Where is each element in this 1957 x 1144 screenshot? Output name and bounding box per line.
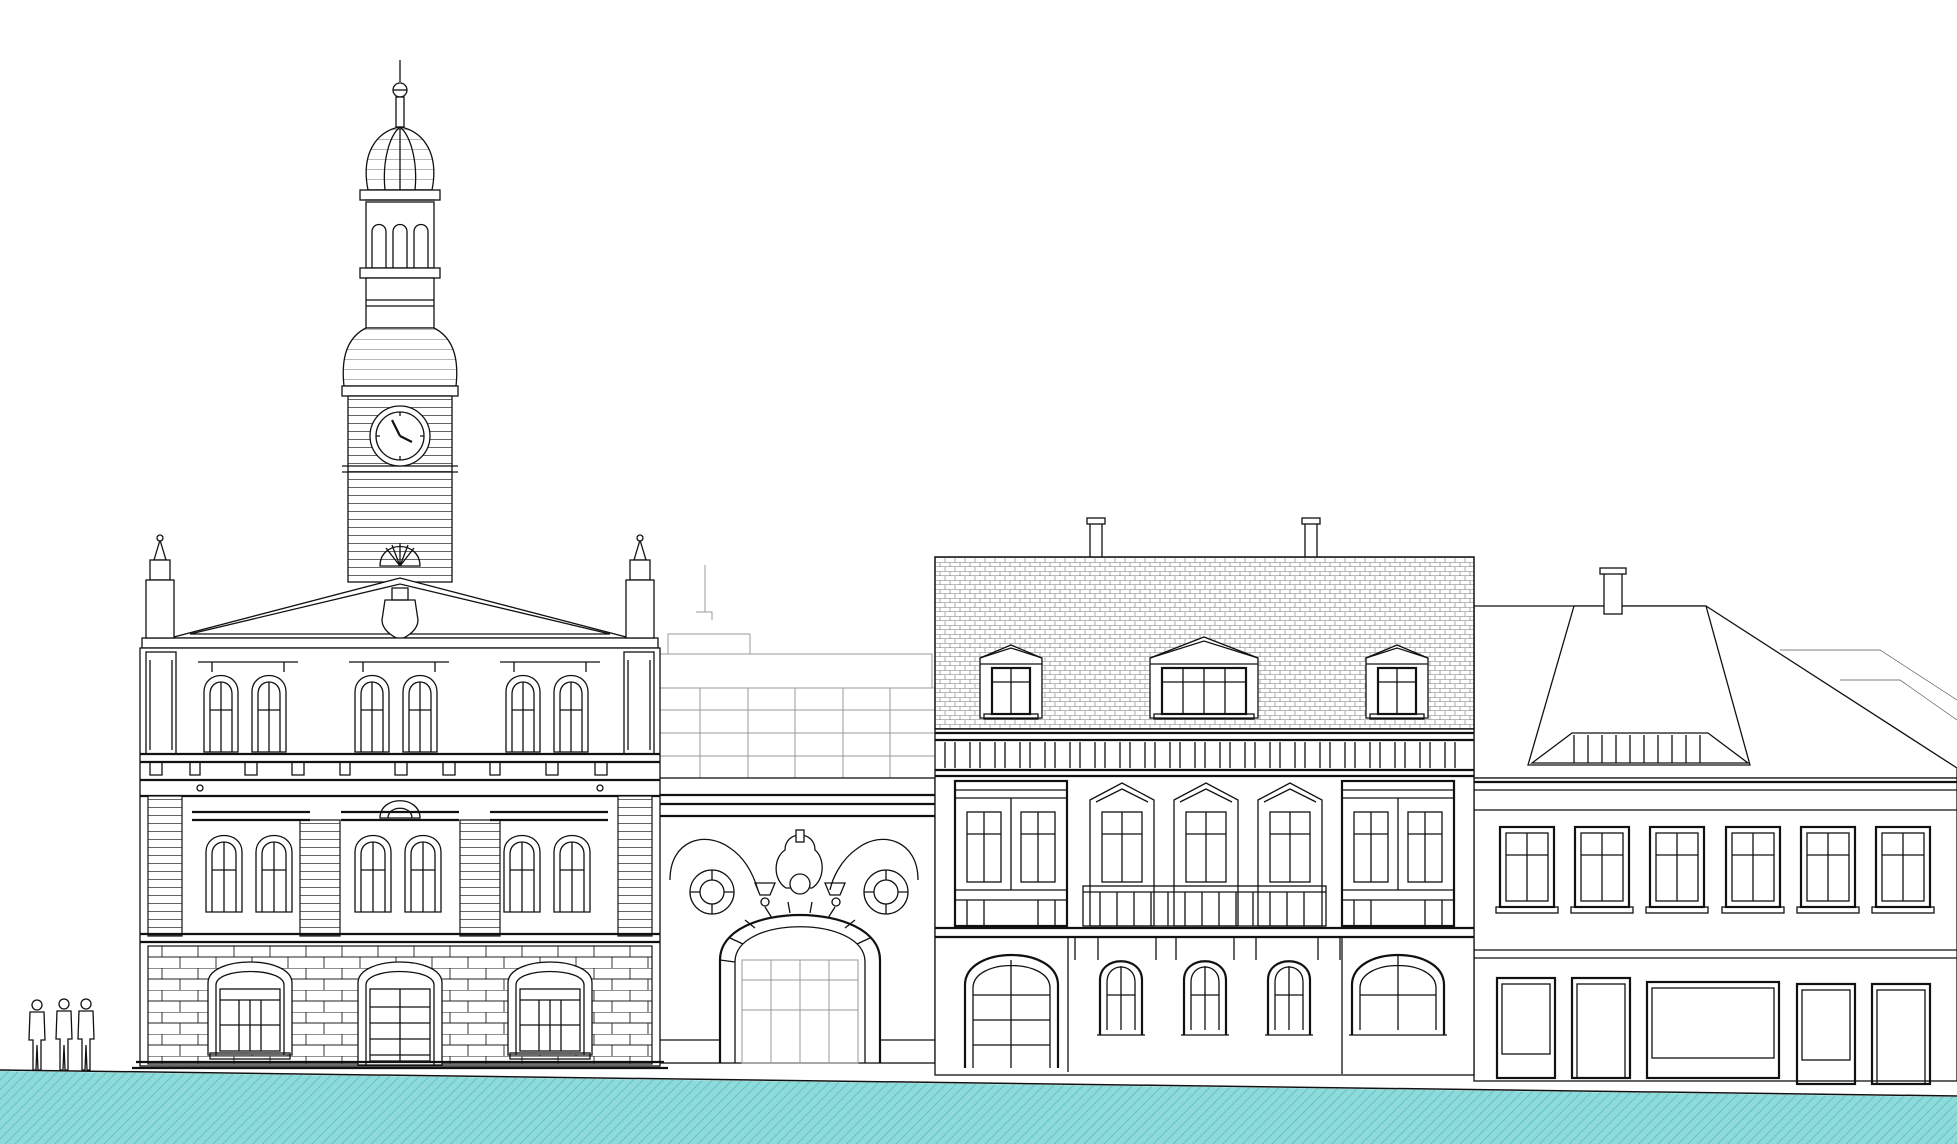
circular-medallion-left xyxy=(689,869,735,915)
chimney-right xyxy=(1603,571,1623,615)
pediment xyxy=(141,577,659,653)
mansard-roof-building xyxy=(934,517,1475,1076)
dormer-left xyxy=(979,644,1043,720)
lower-dome xyxy=(342,327,458,387)
dormer-right xyxy=(1365,644,1429,720)
people-figures xyxy=(28,998,95,1071)
person-figure-3 xyxy=(77,998,95,1071)
person-figure-1 xyxy=(28,999,46,1071)
corner-pinnacle-left xyxy=(145,534,175,639)
ground-floor-arches xyxy=(207,961,593,1066)
street-elevation-drawing xyxy=(0,60,1957,1144)
circular-medallion-right xyxy=(863,869,909,915)
clock-tower xyxy=(341,60,459,583)
person-figure-2 xyxy=(55,998,73,1071)
glass-curtain-wall xyxy=(651,687,936,779)
corner-pinnacle-right xyxy=(625,534,655,639)
clock-face xyxy=(369,405,431,467)
hipped-roof-building xyxy=(1473,567,1957,1086)
town-hall-with-clock-tower xyxy=(132,60,668,1070)
glazed-infill-building xyxy=(651,565,936,1064)
